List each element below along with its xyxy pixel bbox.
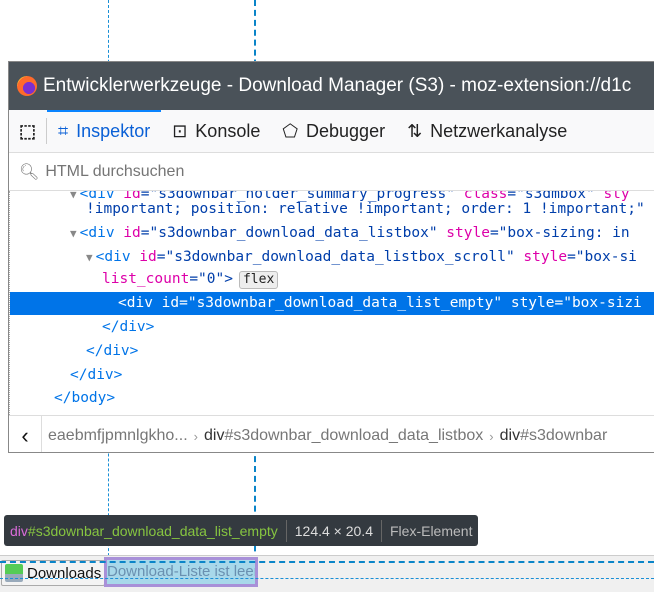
tab-netzwerkanalyse[interactable]: ⇅ Netzwerkanalyse: [396, 110, 578, 152]
window-title: Entwicklerwerkzeuge - Download Manager (…: [43, 75, 632, 96]
selected-markup-node[interactable]: <div id="s3downbar_download_data_list_em…: [10, 292, 654, 315]
search-icon: 🔍︎: [19, 163, 40, 181]
title-bar: Entwicklerwerkzeuge - Download Manager (…: [9, 62, 654, 110]
expand-toggle-icon[interactable]: ▼: [86, 251, 93, 264]
markup-node[interactable]: ▼ <div id="s3downbar_download_data_listbo…: [10, 222, 654, 245]
devtools-window: Entwicklerwerkzeuge - Download Manager (…: [8, 61, 654, 453]
node-infobar-tooltip: div #s3downbar_download_data_list_empty 1…: [4, 515, 479, 546]
node-dimensions: 124.4 × 20.4: [294, 522, 373, 539]
node-type: Flex-Element: [390, 522, 473, 539]
markup-close-tag[interactable]: </div>: [10, 316, 654, 339]
network-icon: ⇅: [407, 120, 423, 141]
breadcrumb-item[interactable]: div#s3downbar_download_data_listbox: [198, 427, 489, 445]
markup-node[interactable]: ▼ <div id="s3downbar_download_data_listbo…: [10, 246, 654, 269]
markup-close-tag[interactable]: </body>: [10, 387, 654, 410]
breadcrumb: ‹ eaebmfjpmnlgkho... › div#s3downbar_dow…: [9, 415, 654, 452]
expand-toggle-icon[interactable]: ▼: [70, 227, 77, 240]
markup-node-continued: list_count="0"> flex: [10, 268, 654, 291]
html-search-bar: 🔍︎: [9, 153, 654, 191]
markup-close-tag[interactable]: </div>: [10, 340, 654, 363]
tab-konsole[interactable]: ⊡ Konsole: [161, 110, 271, 152]
debugger-icon: ⬠: [282, 120, 299, 141]
tab-label: Konsole: [195, 120, 261, 141]
tab-debugger[interactable]: ⬠ Debugger: [271, 110, 396, 152]
breadcrumb-item[interactable]: div#s3downbar: [494, 427, 614, 445]
tab-label: Netzwerkanalyse: [430, 120, 568, 141]
inspector-icon: ⌗: [58, 120, 69, 141]
tab-label: Inspektor: [76, 120, 151, 141]
devtools-toolbar: ⬚ ⌗ Inspektor ⊡ Konsole ⬠ Debugger ⇅ Netzwer…: [9, 110, 654, 153]
element-picker-button[interactable]: ⬚: [9, 110, 46, 152]
flex-badge[interactable]: flex: [238, 271, 279, 289]
downloads-button[interactable]: Downloads: [1, 560, 106, 586]
markup-view: ▼ <div id="s3downbar_holder_summary_progr…: [9, 191, 654, 415]
html-search-input[interactable]: [43, 161, 348, 182]
markup-close-tag[interactable]: </div>: [10, 364, 654, 387]
markup-node-continued: !important; position: relative !importan…: [86, 201, 645, 217]
guide-line-bottom: [0, 578, 654, 579]
tab-inspektor[interactable]: ⌗ Inspektor: [47, 110, 162, 152]
firefox-logo-icon: [17, 76, 37, 96]
console-icon: ⊡: [172, 120, 188, 141]
divider: [285, 519, 287, 542]
tab-label: Debugger: [306, 120, 386, 141]
guide-line-top: [0, 561, 654, 563]
download-list-empty-label: Download-Liste ist leer: [104, 557, 258, 587]
divider: [381, 519, 382, 542]
breadcrumb-item[interactable]: eaebmfjpmnlgkho...: [42, 427, 194, 445]
chevron-left-icon[interactable]: ‹: [9, 416, 42, 452]
download-icon: [5, 564, 23, 582]
element-picker-icon: ⬚: [19, 120, 37, 141]
